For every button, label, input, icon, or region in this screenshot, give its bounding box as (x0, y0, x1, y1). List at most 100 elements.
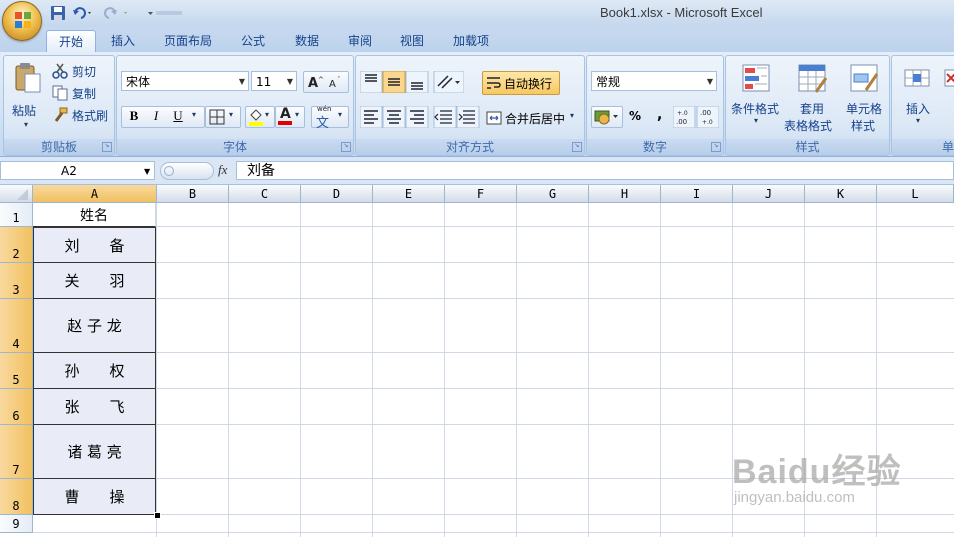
chevron-down-icon: ▾ (265, 110, 270, 119)
cell-a7[interactable]: 诸 葛 亮 (33, 425, 156, 479)
merge-center-button[interactable]: 合并后居中 ▾ (484, 108, 582, 128)
office-logo-icon (15, 12, 31, 28)
underline-dropdown-icon[interactable]: ▾ (192, 110, 196, 119)
cell-a6[interactable]: 张 飞 (33, 389, 156, 425)
column-header-e[interactable]: E (373, 185, 445, 203)
name-box[interactable]: A2 ▼ (0, 161, 155, 180)
row-header-8[interactable]: 8 (0, 479, 33, 515)
row-header-6[interactable]: 6 (0, 389, 33, 425)
copy-icon (52, 85, 68, 101)
currency-icon (594, 110, 618, 125)
font-size-combo[interactable]: 11 ▼ (251, 71, 297, 91)
office-button[interactable] (2, 1, 42, 41)
font-dialog-launcher-icon[interactable]: ↘ (341, 142, 351, 152)
clipboard-dialog-launcher-icon[interactable]: ↘ (102, 142, 112, 152)
cell-a5[interactable]: 孙 权 (33, 353, 156, 389)
paint-bucket-icon (249, 109, 263, 126)
fill-color-button[interactable]: ▾ (245, 106, 275, 128)
cell-a8[interactable]: 曹 操 (33, 479, 156, 515)
italic-button[interactable]: I (146, 108, 166, 124)
accounting-format-button[interactable] (591, 106, 623, 128)
column-header-j[interactable]: J (733, 185, 805, 203)
format-as-table-button[interactable]: 套用 表格格式 (784, 62, 844, 134)
cells-group-label: 单 (892, 139, 954, 155)
row-header-2[interactable]: 2 (0, 227, 33, 263)
insert-cells-button[interactable]: 插入 ▾ (898, 62, 938, 134)
number-dialog-launcher-icon[interactable]: ↘ (711, 142, 721, 152)
select-all-corner[interactable] (0, 185, 33, 203)
watermark-brand: Baidu经验 (732, 453, 902, 491)
row-header-3[interactable]: 3 (0, 263, 33, 299)
column-header-c[interactable]: C (229, 185, 301, 203)
number-group: 常规 ▼ % , +.0.00 .00 +.0 数字 ↘ (586, 55, 724, 156)
grow-shrink-font-buttons[interactable]: A ^ A ˇ (303, 71, 349, 93)
font-color-letter: A (280, 106, 291, 122)
font-color-swatch (278, 121, 292, 125)
formula-input[interactable]: 刘备 (236, 161, 954, 180)
undo-icon[interactable] (72, 5, 91, 21)
column-header-b[interactable]: B (157, 185, 229, 203)
borders-button[interactable]: ▾ (205, 106, 241, 128)
row-header-5[interactable]: 5 (0, 353, 33, 389)
save-icon[interactable] (50, 5, 66, 21)
wrap-text-button[interactable]: 自动换行 (482, 71, 560, 95)
cell-a3[interactable]: 关 羽 (33, 263, 156, 299)
cell-a4[interactable]: 赵 子 龙 (33, 299, 156, 353)
fill-handle[interactable] (154, 512, 161, 519)
phonetic-guide-button[interactable]: wén 文 ▾ (311, 105, 349, 131)
tab-home[interactable]: 开始 (46, 30, 96, 53)
font-color-button[interactable]: A ▾ (275, 106, 305, 128)
delete-cells-icon (944, 69, 954, 87)
conditional-formatting-label: 条件格式 (731, 102, 780, 116)
borders-icon (209, 109, 225, 125)
chevron-down-icon: ▾ (338, 110, 343, 119)
svg-text:ˇ: ˇ (337, 76, 341, 84)
svg-text:.00: .00 (700, 109, 711, 117)
paste-button[interactable]: 粘贴 ▾ (8, 60, 46, 132)
tab-addins[interactable]: 加载项 (443, 30, 499, 52)
tab-review[interactable]: 审阅 (337, 30, 383, 52)
conditional-formatting-button[interactable]: 条件格式 ▾ (730, 62, 782, 134)
cell-styles-label-2: 样式 (851, 119, 876, 133)
customize-qat-icon[interactable] (146, 5, 182, 21)
number-format-combo[interactable]: 常规 ▼ (591, 71, 717, 91)
comma-style-button[interactable]: , (657, 107, 662, 123)
column-header-k[interactable]: K (805, 185, 877, 203)
underline-button[interactable]: U (168, 108, 188, 124)
cell-styles-button[interactable]: 单元格 样式 (844, 62, 888, 134)
font-name-combo[interactable]: 宋体 ▼ (121, 71, 249, 91)
insert-function-icon[interactable]: fx (218, 162, 227, 178)
tab-insert[interactable]: 插入 (100, 30, 146, 52)
paste-dropdown-icon[interactable]: ▾ (24, 120, 28, 129)
column-header-h[interactable]: H (589, 185, 661, 203)
column-header-g[interactable]: G (517, 185, 589, 203)
baidu-watermark: Baidu经验 jingyan.baidu.com (732, 455, 901, 506)
row-header-4[interactable]: 4 (0, 299, 33, 353)
tab-formulas[interactable]: 公式 (230, 30, 276, 52)
tab-data[interactable]: 数据 (284, 30, 330, 52)
cell-a2[interactable]: 刘 备 (33, 227, 156, 263)
column-header-d[interactable]: D (301, 185, 373, 203)
tab-page-layout[interactable]: 页面布局 (154, 30, 222, 52)
column-header-f[interactable]: F (445, 185, 517, 203)
title-bar: Book1.xlsx - Microsoft Excel (0, 0, 954, 27)
alignment-dialog-launcher-icon[interactable]: ↘ (572, 142, 582, 152)
percent-style-button[interactable]: % (629, 109, 641, 123)
redo-icon[interactable] (102, 5, 127, 21)
cell-a1[interactable]: 姓名 (33, 203, 156, 227)
insert-cells-icon (904, 69, 930, 87)
decimal-increase-decrease-icons[interactable]: +.0.00 .00+.0 (673, 106, 719, 128)
circle-icon (164, 166, 174, 176)
svg-text:A: A (308, 76, 318, 90)
bold-button[interactable]: B (124, 108, 144, 124)
tab-view[interactable]: 视图 (389, 30, 435, 52)
column-header-i[interactable]: I (661, 185, 733, 203)
chevron-down-icon[interactable]: ▼ (144, 162, 150, 181)
row-header-1[interactable]: 1 (0, 203, 33, 227)
delete-cells-button[interactable] (940, 62, 954, 102)
column-header-l[interactable]: L (877, 185, 954, 203)
row-header-7[interactable]: 7 (0, 425, 33, 479)
select-all-triangle-icon (17, 189, 28, 200)
column-header-a[interactable]: A (33, 185, 157, 203)
row-header-9[interactable]: 9 (0, 515, 33, 533)
